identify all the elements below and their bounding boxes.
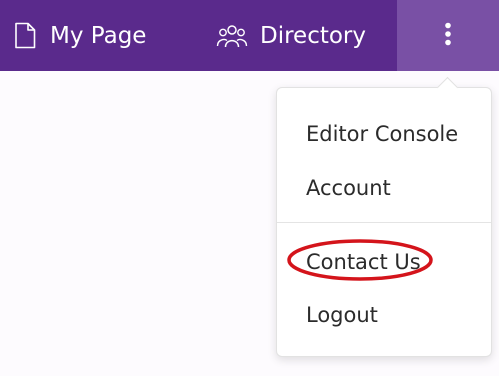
menu-item-contact-us[interactable]: Contact Us [306,249,421,275]
document-icon [14,22,36,49]
directory-nav-link[interactable]: Directory [216,0,366,71]
my-page-nav-link[interactable]: My Page [14,0,146,71]
people-icon [216,23,248,49]
menu-item-logout[interactable]: Logout [306,302,378,328]
menu-item-editor-console[interactable]: Editor Console [306,121,458,147]
menu-divider [277,222,491,223]
directory-label: Directory [260,22,367,49]
more-menu-button[interactable] [397,0,499,71]
top-navigation-bar: My Page Directory [0,0,499,71]
account-dropdown-menu: Editor Console Account Contact Us Logout [276,87,492,357]
more-vertical-icon [444,22,452,50]
menu-item-account[interactable]: Account [306,175,391,201]
my-page-label: My Page [50,22,147,49]
